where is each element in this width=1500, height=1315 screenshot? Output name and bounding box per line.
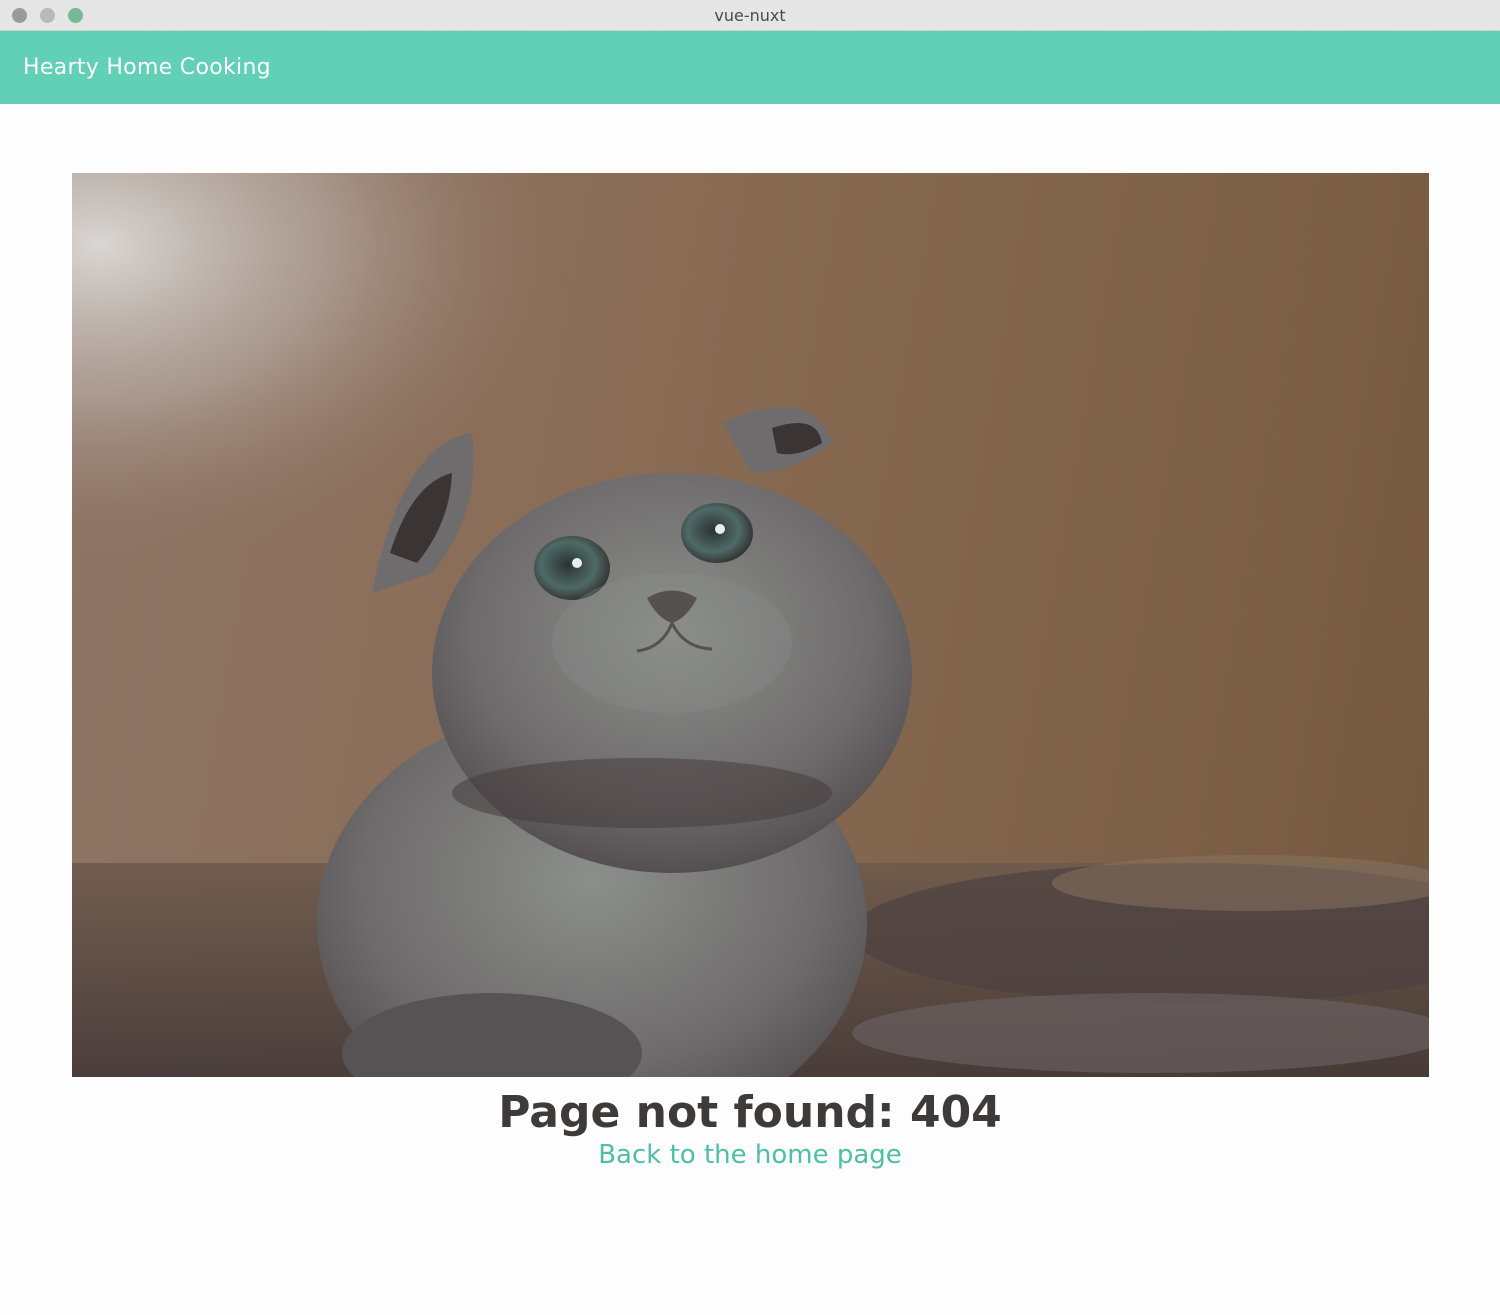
window-titlebar[interactable]: vue-nuxt	[0, 0, 1500, 31]
page-not-found-heading: Page not found: 404	[498, 1087, 1002, 1138]
kitten-image	[72, 173, 1429, 1077]
window-title: vue-nuxt	[714, 6, 786, 25]
main-content: Page not found: 404 Back to the home pag…	[0, 104, 1500, 1315]
app-header: Hearty Home Cooking	[0, 31, 1500, 104]
back-to-home-link[interactable]: Back to the home page	[0, 1140, 1500, 1170]
browser-window: vue-nuxt Hearty Home Cooking Page not fo…	[0, 0, 1500, 1315]
brand-link[interactable]: Hearty Home Cooking	[23, 55, 271, 80]
